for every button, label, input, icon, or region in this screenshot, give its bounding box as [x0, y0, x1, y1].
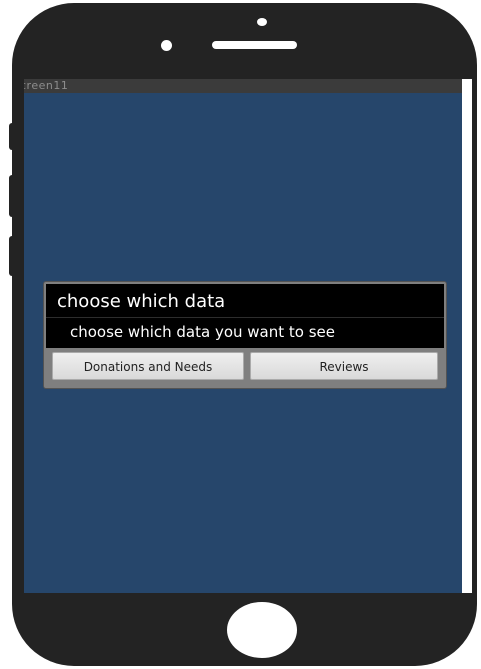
- dialog-title: choose which data: [57, 291, 226, 312]
- camera-icon: [161, 40, 172, 51]
- reviews-button[interactable]: Reviews: [250, 352, 438, 380]
- dialog-header: choose which data choose which data you …: [46, 284, 444, 348]
- volume-up-button: [9, 175, 15, 217]
- proximity-sensor: [257, 18, 267, 26]
- app-screen: creen11 choose which data choose which d…: [24, 79, 462, 593]
- screen-edge: [462, 79, 472, 593]
- screen-title: creen11: [24, 79, 69, 92]
- donations-and-needs-button[interactable]: Donations and Needs: [52, 352, 244, 380]
- dialog-divider: [46, 317, 444, 318]
- speaker-grille: [212, 41, 297, 49]
- volume-down-button: [9, 236, 15, 276]
- home-button[interactable]: [227, 602, 297, 658]
- screen-title-bar: creen11: [24, 79, 462, 93]
- mute-switch: [9, 123, 15, 150]
- dialog-message: choose which data you want to see: [70, 323, 335, 341]
- choice-dialog: choose which data choose which data you …: [44, 282, 446, 388]
